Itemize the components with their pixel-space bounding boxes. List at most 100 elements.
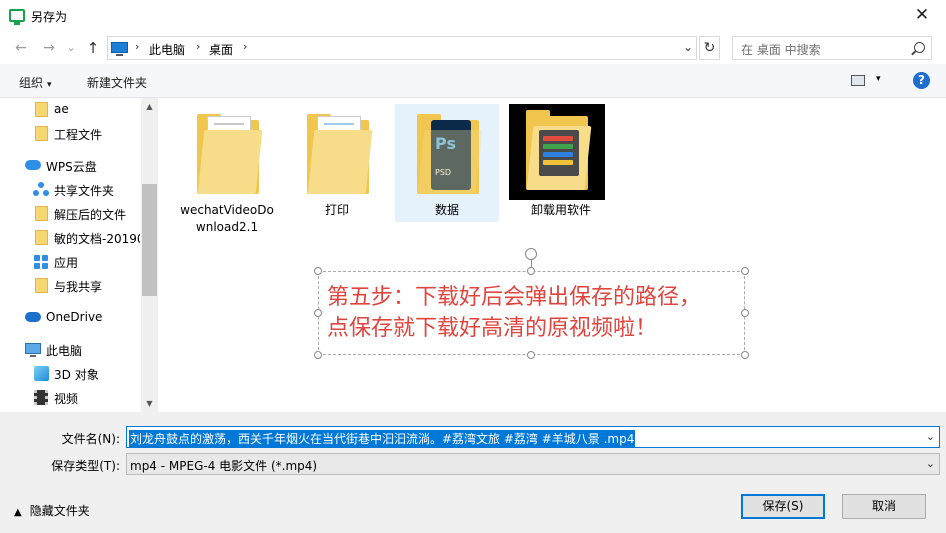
sidebar-item-apps[interactable]: 应用	[0, 250, 140, 274]
sidebar-scrollbar[interactable]: ▲ ▼	[141, 98, 158, 412]
title-bar: 另存为 ✕	[0, 0, 946, 32]
folder-icon	[307, 114, 373, 194]
filename-value[interactable]: 刘龙舟鼓点的激荡，西关千年烟火在当代街巷中汩汩流淌。#荔湾文旅 #荔湾 #羊城八…	[129, 430, 636, 447]
navigation-pane: ae 工程文件 WPS云盘 共享文件夹 解压后的文件 敏的文档-20190 应用…	[0, 98, 158, 412]
search-placeholder: 在 桌面 中搜索	[741, 43, 821, 57]
resize-handle[interactable]	[314, 309, 322, 317]
folder-icon	[35, 278, 48, 293]
cancel-button[interactable]: 取消	[842, 494, 926, 519]
scrollbar-thumb[interactable]	[142, 184, 157, 296]
organize-button[interactable]: 组织 ▾	[19, 74, 52, 91]
file-item-data[interactable]: Ps PSD 数据	[395, 104, 499, 222]
resize-handle[interactable]	[741, 309, 749, 317]
filetype-label: 保存类型(T):	[51, 459, 120, 473]
filename-label: 文件名(N):	[61, 432, 120, 446]
folder-icon	[197, 114, 263, 194]
sidebar-item-wps-cloud[interactable]: WPS云盘	[0, 154, 140, 178]
hide-folders-label: 隐藏文件夹	[29, 504, 90, 518]
breadcrumb-separator-icon[interactable]: ›	[243, 40, 247, 53]
file-item-wechat-video-download[interactable]: wechatVideoDo wnload2.1	[175, 104, 279, 234]
apps-icon	[34, 255, 48, 269]
file-view[interactable]: wechatVideoDo wnload2.1 打印 Ps PSD 数据 卸载用软件	[159, 98, 946, 412]
filename-input[interactable]: 刘龙舟鼓点的激荡，西关千年烟火在当代街巷中汩汩流淌。#荔湾文旅 #荔湾 #羊城八…	[126, 426, 940, 448]
resize-handle[interactable]	[527, 351, 535, 359]
breadcrumb-separator-icon[interactable]: ›	[135, 40, 139, 53]
sidebar-item-project-files[interactable]: 工程文件	[0, 122, 140, 146]
breadcrumb-separator-icon[interactable]: ›	[196, 40, 200, 53]
uninstaller-thumbnail	[509, 104, 605, 200]
sidebar-item-label: WPS云盘	[46, 160, 97, 174]
sidebar-item-videos[interactable]: 视频	[0, 386, 140, 410]
filename-dropdown-icon[interactable]: ⌄	[926, 430, 935, 443]
folder-icon: Ps PSD	[417, 114, 483, 194]
hide-folders-toggle[interactable]: ▲ 隐藏文件夹	[14, 502, 90, 519]
3d-objects-icon	[34, 366, 49, 381]
resize-handle[interactable]	[314, 351, 322, 359]
close-button[interactable]: ✕	[906, 4, 938, 28]
sidebar-item-extracted-files[interactable]: 解压后的文件	[0, 202, 140, 226]
filetype-dropdown-icon[interactable]: ⌄	[926, 457, 935, 470]
recent-locations-icon[interactable]: ⌄	[62, 39, 80, 57]
video-icon	[34, 390, 48, 405]
sidebar-item-shared-with-me[interactable]: 与我共享	[0, 274, 140, 298]
share-icon	[33, 182, 49, 198]
search-icon[interactable]	[914, 42, 925, 53]
sidebar-item-documents[interactable]: 敏的文档-20190	[0, 226, 140, 250]
view-options-icon[interactable]	[851, 75, 865, 86]
back-arrow-icon[interactable]: ←	[12, 39, 30, 57]
address-dropdown-icon[interactable]: ⌄	[680, 37, 696, 57]
up-arrow-icon[interactable]: ↑	[84, 39, 102, 57]
resize-handle[interactable]	[741, 267, 749, 275]
cloud-icon	[25, 160, 41, 170]
this-pc-icon	[111, 42, 128, 56]
view-dropdown-icon[interactable]: ▾	[876, 74, 881, 84]
folder-icon	[35, 206, 48, 221]
sidebar-item-label: 3D 对象	[54, 368, 99, 382]
file-item-uninstall-software[interactable]: 卸载用软件	[509, 104, 613, 222]
caret-down-icon: ▾	[47, 80, 52, 90]
file-name: 打印	[324, 203, 349, 217]
file-item-print[interactable]: 打印	[285, 104, 389, 222]
filetype-select[interactable]: mp4 - MPEG-4 电影文件 (*.mp4) ⌄	[126, 453, 940, 475]
refresh-icon[interactable]: ↻	[699, 36, 720, 60]
file-name: 卸载用软件	[530, 203, 591, 217]
resize-handle[interactable]	[314, 267, 322, 275]
new-folder-button[interactable]: 新建文件夹	[87, 74, 147, 91]
onedrive-icon	[25, 312, 41, 322]
scroll-down-icon[interactable]: ▼	[141, 395, 158, 412]
sidebar-item-label: ae	[54, 102, 69, 116]
search-input[interactable]: 在 桌面 中搜索	[732, 36, 932, 60]
caret-up-icon: ▲	[14, 507, 22, 518]
uninstaller-box-icon	[539, 130, 579, 176]
file-name: 数据	[434, 203, 459, 217]
sidebar-item-3d-objects[interactable]: 3D 对象	[0, 362, 140, 386]
sidebar-item-label: 共享文件夹	[54, 184, 115, 198]
save-button[interactable]: 保存(S)	[741, 494, 825, 519]
rotation-handle[interactable]	[525, 248, 537, 260]
resize-handle[interactable]	[741, 351, 749, 359]
save-form: 文件名(N): 刘龙舟鼓点的激荡，西关千年烟火在当代街巷中汩汩流淌。#荔湾文旅 …	[0, 412, 946, 533]
app-icon	[9, 9, 25, 25]
filetype-value: mp4 - MPEG-4 电影文件 (*.mp4)	[130, 459, 318, 473]
help-icon[interactable]: ?	[913, 72, 930, 89]
breadcrumb-desktop[interactable]: 桌面	[209, 41, 233, 58]
pc-icon	[25, 343, 41, 357]
sidebar-item-shared-folder[interactable]: 共享文件夹	[0, 178, 140, 202]
annotation-text: 第五步：下载好后会弹出保存的路径， 点保存就下载好高清的原视频啦！	[327, 282, 737, 344]
sidebar-item-ae[interactable]: ae	[0, 98, 140, 122]
resize-handle[interactable]	[527, 267, 535, 275]
scroll-up-icon[interactable]: ▲	[141, 98, 158, 115]
file-name: wechatVideoDo wnload2.1	[180, 203, 274, 234]
sidebar-item-this-pc[interactable]: 此电脑	[0, 338, 140, 362]
forward-arrow-icon[interactable]: →	[40, 39, 58, 57]
address-bar[interactable]: › 此电脑 › 桌面 ›	[107, 36, 697, 60]
sidebar-item-label: 与我共享	[54, 280, 103, 294]
organize-label: 组织	[19, 76, 44, 90]
sidebar-item-label: 工程文件	[54, 128, 103, 142]
breadcrumb-this-pc[interactable]: 此电脑	[149, 41, 185, 58]
sidebar-item-label: 此电脑	[46, 344, 83, 358]
sidebar-item-label: 敏的文档-20190	[54, 232, 140, 246]
annotation-line-1: 第五步：下载好后会弹出保存的路径，	[327, 285, 702, 310]
sidebar-item-onedrive[interactable]: OneDrive	[0, 306, 140, 330]
command-bar: 组织 ▾ 新建文件夹 ▾ ?	[0, 64, 946, 98]
